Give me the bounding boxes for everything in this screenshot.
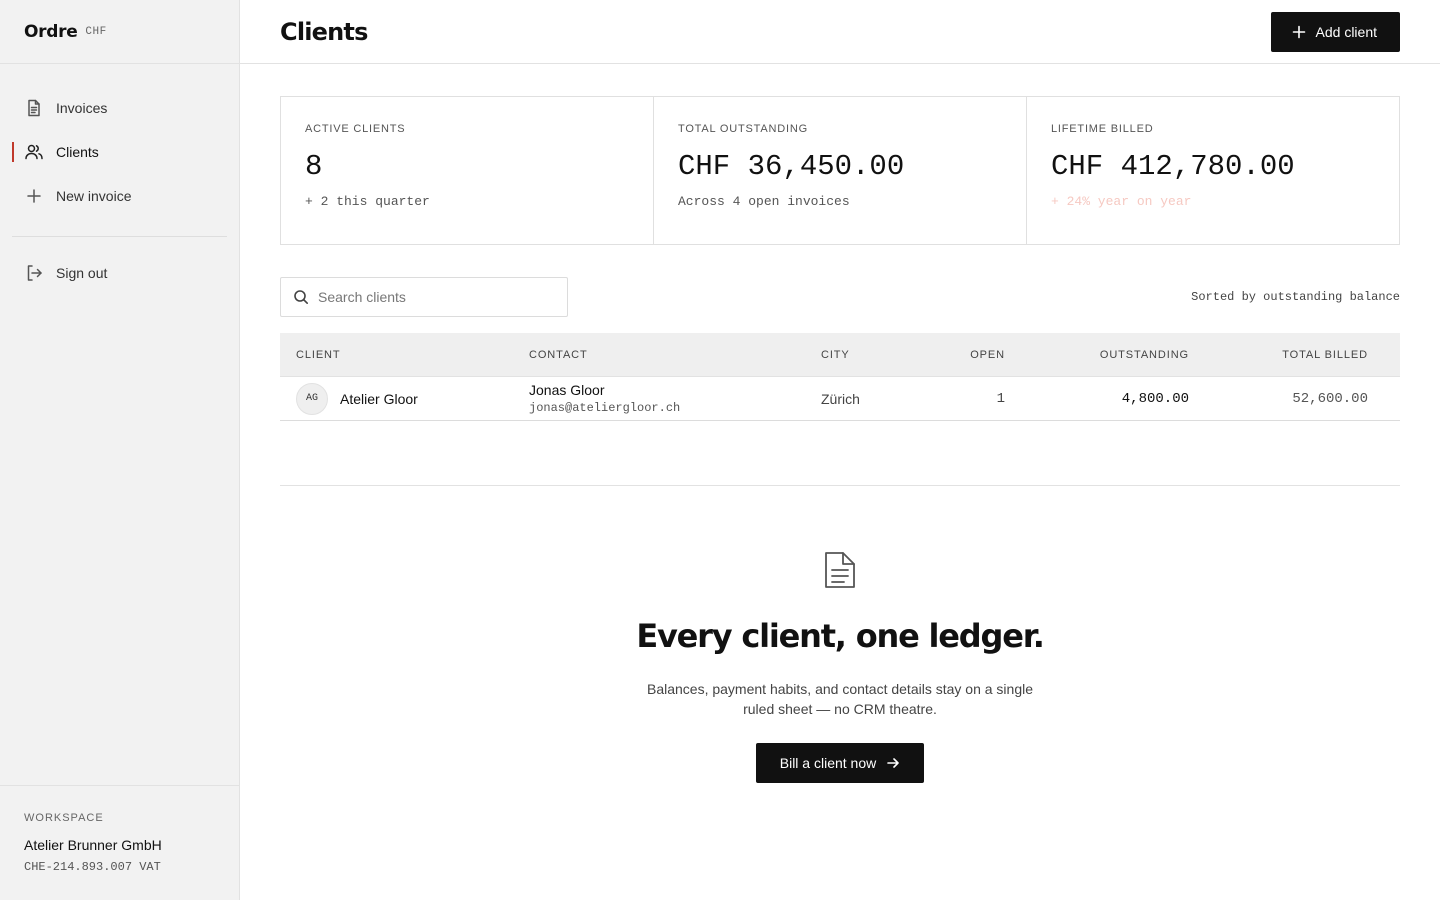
contact-email: jonas@ateliergloor.ch xyxy=(529,400,681,415)
workspace-name: Atelier Brunner GmbH xyxy=(24,837,162,853)
column-header-open[interactable]: OPEN xyxy=(931,349,1005,361)
nav-divider xyxy=(12,236,227,237)
document-icon xyxy=(822,550,858,590)
stat-value: CHF 36,450.00 xyxy=(678,150,905,183)
sidebar-item-label: New invoice xyxy=(56,188,132,204)
plus-icon xyxy=(1292,25,1306,39)
table-header: CLIENT CONTACT CITY OPEN OUTSTANDING TOT… xyxy=(280,333,1400,377)
sidebar: Ordre CHF Invoices Clients New invoice S… xyxy=(0,0,240,900)
column-header-contact[interactable]: CONTACT xyxy=(529,349,821,361)
stat-value: CHF 412,780.00 xyxy=(1051,150,1295,183)
cell-city: Zürich xyxy=(821,390,860,407)
client-name: Atelier Gloor xyxy=(340,390,418,407)
empty-state-title: Every client, one ledger. xyxy=(636,617,1045,655)
stats-panel: ACTIVE CLIENTS 8 + 2 this quarter TOTAL … xyxy=(280,96,1400,245)
cell-total-billed: 52,600.00 xyxy=(1292,390,1368,407)
sign-out-button[interactable]: Sign out xyxy=(12,251,227,295)
stat-lifetime-billed: LIFETIME BILLED CHF 412,780.00 + 24% yea… xyxy=(1027,97,1399,244)
brand-currency: CHF xyxy=(85,25,107,38)
main-content: Clients Add client ACTIVE CLIENTS 8 + 2 … xyxy=(240,0,1440,900)
sign-out-label: Sign out xyxy=(56,265,108,281)
column-header-total-billed[interactable]: TOTAL BILLED xyxy=(1189,349,1384,361)
cell-outstanding: 4,800.00 xyxy=(1121,390,1189,407)
sidebar-item-label: Invoices xyxy=(56,100,108,116)
column-header-client[interactable]: CLIENT xyxy=(280,349,529,361)
table-toolbar: Sorted by outstanding balance xyxy=(280,277,1400,317)
sidebar-nav: Invoices Clients New invoice Sign out xyxy=(0,86,239,295)
stat-value: 8 xyxy=(305,150,323,183)
stat-note: + 24% year on year xyxy=(1051,194,1192,209)
sort-note: Sorted by outstanding balance xyxy=(1191,290,1400,304)
plus-icon xyxy=(24,186,44,206)
workspace-label: WORKSPACE xyxy=(24,812,104,824)
empty-state: Every client, one ledger. Balances, paym… xyxy=(280,485,1400,783)
search-icon xyxy=(293,289,309,305)
cell-client: AG Atelier Gloor xyxy=(280,382,529,415)
page-title: Clients xyxy=(280,17,368,46)
workspace-vat: CHE-214.893.007 VAT xyxy=(24,860,161,874)
clients-table: CLIENT CONTACT CITY OPEN OUTSTANDING TOT… xyxy=(280,333,1400,421)
add-client-label: Add client xyxy=(1315,23,1377,40)
cell-open: 1 xyxy=(996,390,1005,407)
brand: Ordre CHF xyxy=(0,0,239,64)
brand-name: Ordre xyxy=(24,21,78,42)
search-box xyxy=(280,277,568,317)
bill-client-button[interactable]: Bill a client now xyxy=(755,743,925,783)
stat-label: ACTIVE CLIENTS xyxy=(305,123,406,135)
sign-out-icon xyxy=(24,263,44,283)
stat-total-outstanding: TOTAL OUTSTANDING CHF 36,450.00 Across 4… xyxy=(654,97,1027,244)
sidebar-item-invoices[interactable]: Invoices xyxy=(12,86,227,130)
contact-name: Jonas Gloor xyxy=(529,381,605,398)
stat-label: LIFETIME BILLED xyxy=(1051,123,1154,135)
sidebar-item-clients[interactable]: Clients xyxy=(12,130,227,174)
page-header: Clients Add client xyxy=(240,0,1440,64)
stat-label: TOTAL OUTSTANDING xyxy=(678,123,808,135)
sidebar-item-new-invoice[interactable]: New invoice xyxy=(12,174,227,218)
table-row[interactable]: AG Atelier Gloor Jonas Gloor jonas@ateli… xyxy=(280,377,1400,421)
workspace-panel: WORKSPACE Atelier Brunner GmbH CHE-214.8… xyxy=(0,785,239,900)
stat-active-clients: ACTIVE CLIENTS 8 + 2 this quarter xyxy=(281,97,654,244)
search-input[interactable] xyxy=(318,289,558,305)
arrow-right-icon xyxy=(886,756,900,770)
stat-note: + 2 this quarter xyxy=(305,194,430,209)
column-header-outstanding[interactable]: OUTSTANDING xyxy=(1005,349,1189,361)
bill-client-label: Bill a client now xyxy=(779,755,877,771)
cell-contact: Jonas Gloor jonas@ateliergloor.ch xyxy=(529,382,821,416)
column-header-city[interactable]: CITY xyxy=(821,349,931,361)
users-icon xyxy=(24,142,44,162)
document-icon xyxy=(24,98,44,118)
avatar: AG xyxy=(296,382,328,415)
add-client-button[interactable]: Add client xyxy=(1270,11,1400,52)
empty-state-text: Balances, payment habits, and contact de… xyxy=(646,681,1033,717)
sidebar-item-label: Clients xyxy=(56,144,99,160)
stat-note: Across 4 open invoices xyxy=(678,194,850,209)
